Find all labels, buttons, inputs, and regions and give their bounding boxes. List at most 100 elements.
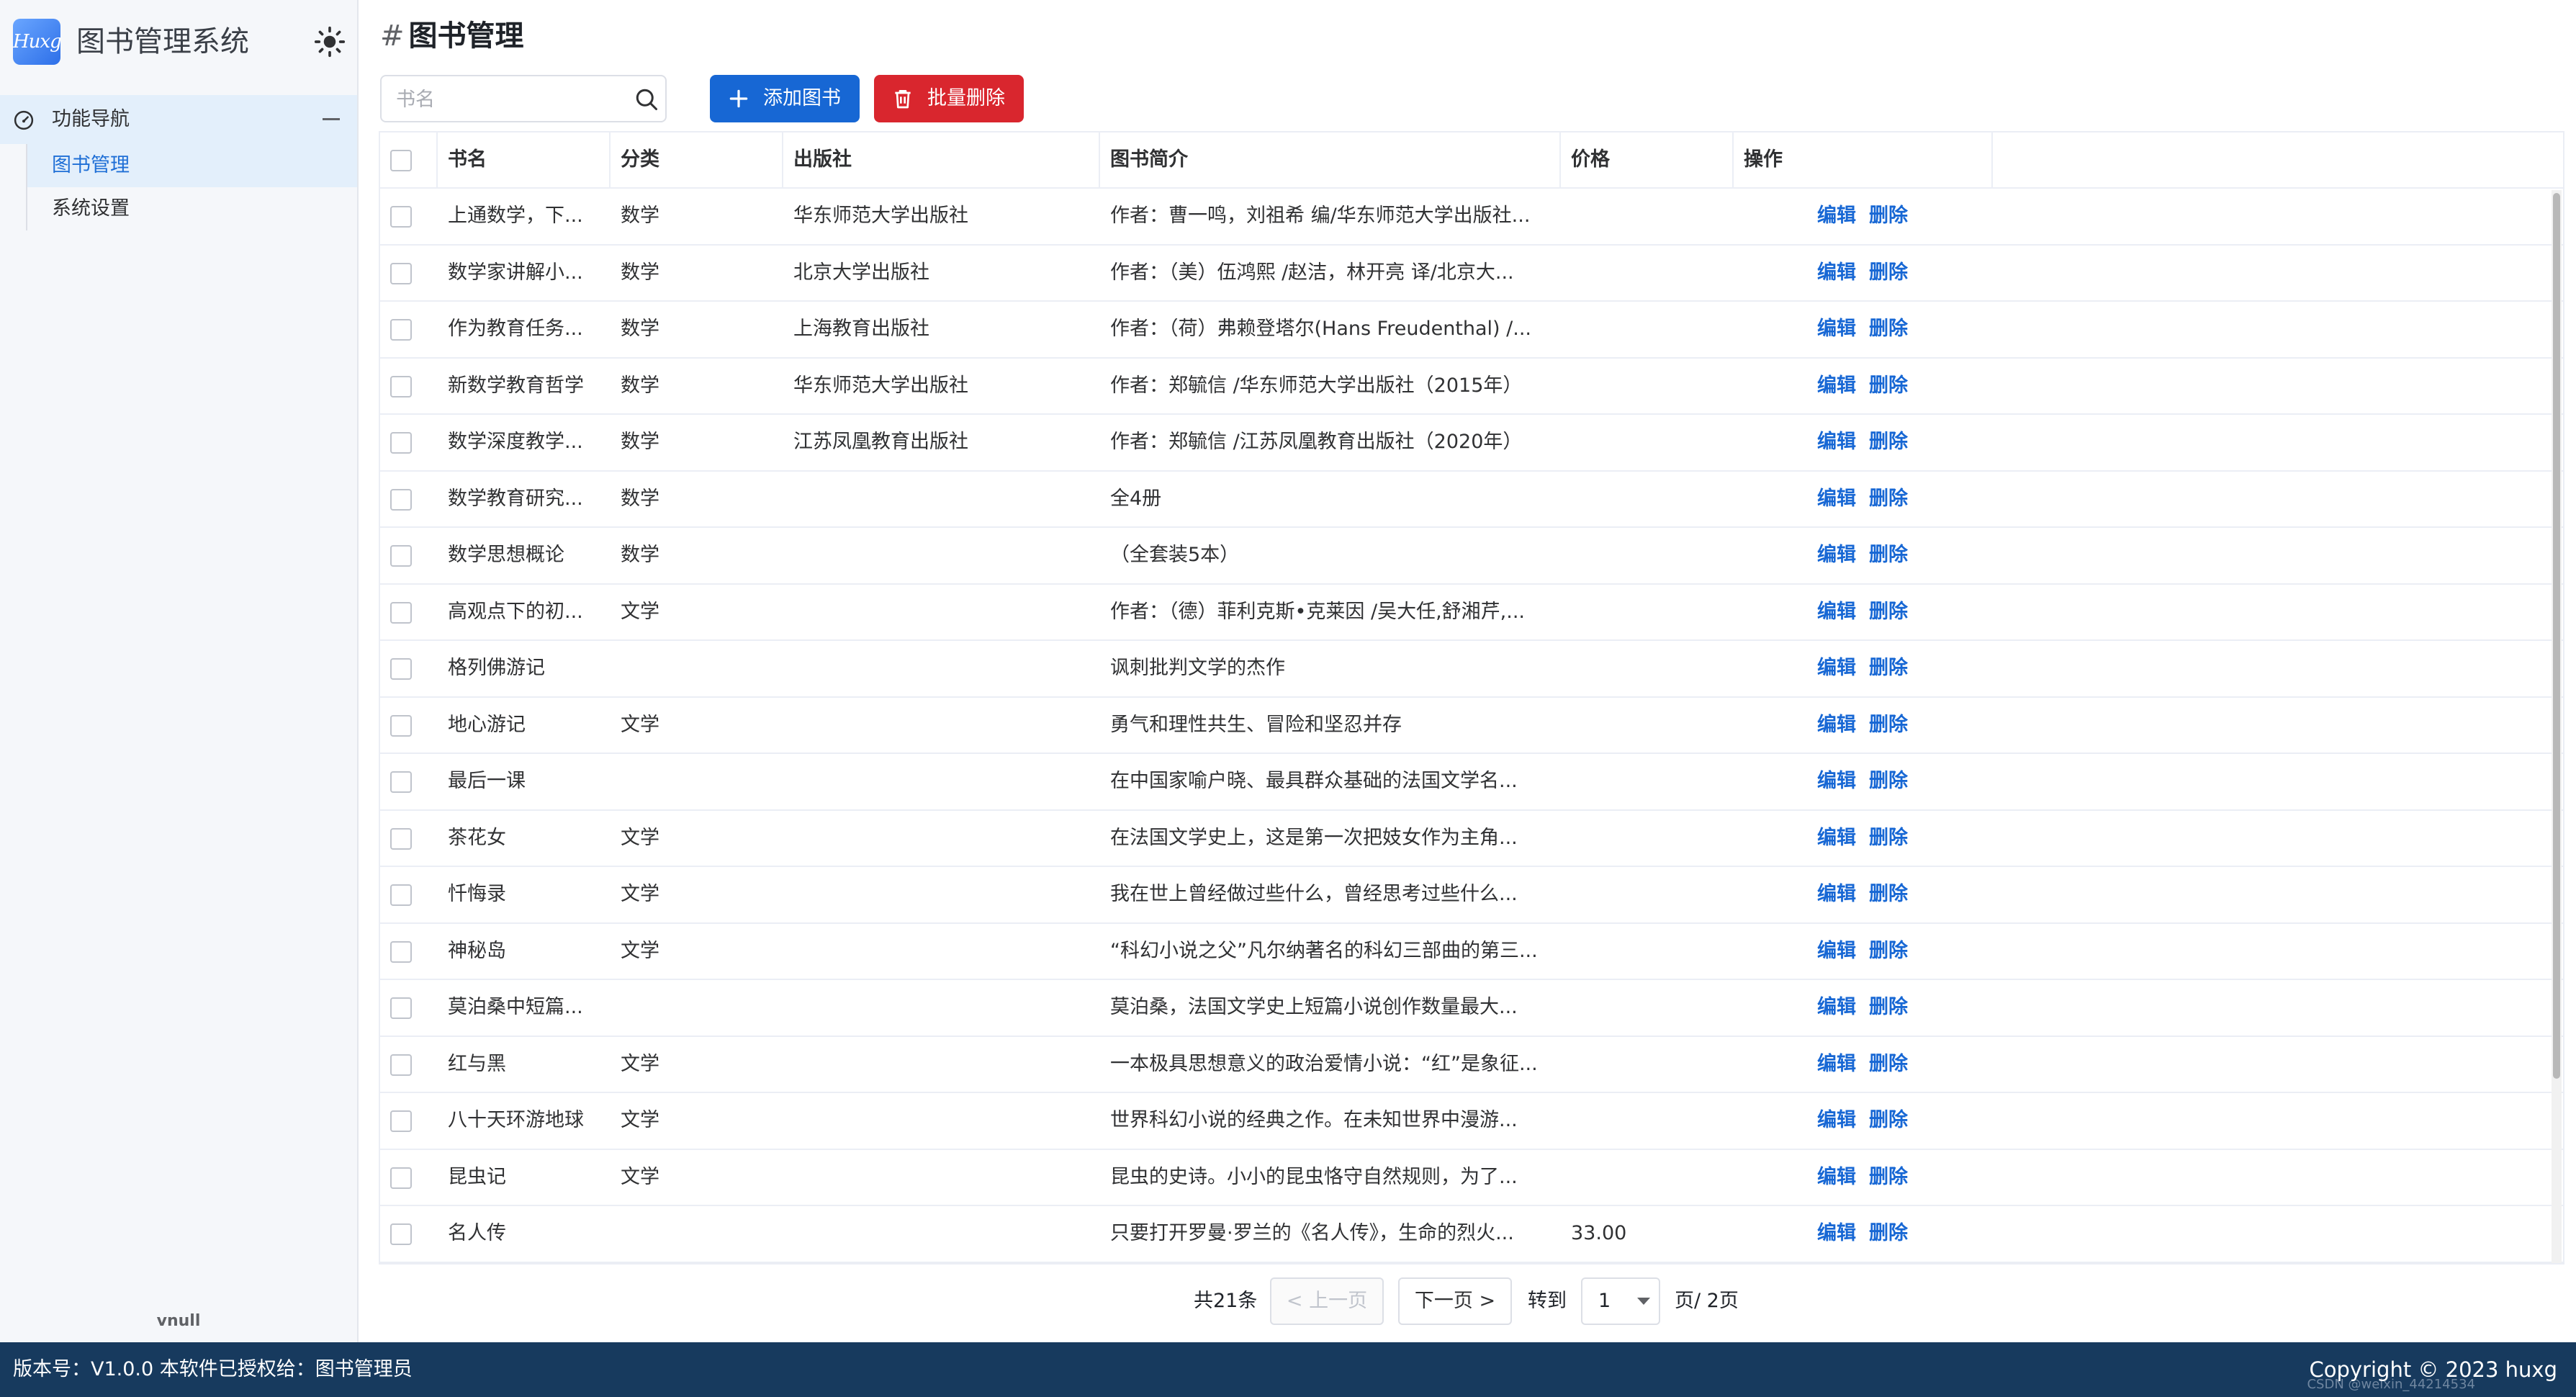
table-row: 茶花女 文学 在法国文学史上，这是第一次把妓女作为主角... 编辑 删除 bbox=[380, 811, 2563, 867]
edit-link[interactable]: 编辑 bbox=[1817, 714, 1856, 736]
edit-link[interactable]: 编辑 bbox=[1817, 431, 1856, 453]
row-checkbox-cell bbox=[380, 924, 438, 979]
delete-link[interactable]: 删除 bbox=[1869, 261, 1908, 284]
sidebar-item-settings[interactable]: 系统设置 bbox=[27, 187, 357, 230]
delete-link[interactable]: 删除 bbox=[1869, 770, 1908, 792]
search-input[interactable] bbox=[396, 84, 612, 115]
delete-link[interactable]: 删除 bbox=[1869, 374, 1908, 397]
delete-link[interactable]: 删除 bbox=[1869, 544, 1908, 566]
app-logo: Huxg bbox=[13, 19, 62, 65]
row-checkbox-cell bbox=[380, 302, 438, 356]
cell-intro: 只要打开罗曼·罗兰的《名人传》，生命的烈火... bbox=[1110, 1222, 1514, 1244]
row-checkbox-cell bbox=[380, 359, 438, 413]
cell-price bbox=[1561, 1037, 1734, 1092]
nav-group-header[interactable]: 功能导航 bbox=[0, 95, 357, 144]
delete-link[interactable]: 删除 bbox=[1869, 318, 1908, 340]
edit-link[interactable]: 编辑 bbox=[1817, 1053, 1856, 1075]
edit-link[interactable]: 编辑 bbox=[1817, 996, 1856, 1018]
row-checkbox[interactable] bbox=[390, 1223, 412, 1245]
delete-link[interactable]: 删除 bbox=[1869, 431, 1908, 453]
row-checkbox[interactable] bbox=[390, 827, 412, 850]
edit-link[interactable]: 编辑 bbox=[1817, 488, 1856, 510]
page-select[interactable]: 1 bbox=[1581, 1277, 1660, 1325]
table-row: 神秘岛 文学 “科幻小说之父”凡尔纳著名的科幻三部曲的第三... 编辑 删除 bbox=[380, 924, 2563, 980]
cell-publisher: 华东师范大学出版社 bbox=[793, 374, 968, 397]
select-all-checkbox[interactable] bbox=[390, 150, 412, 171]
table-row: 红与黑 文学 一本极具思想意义的政治爱情小说：“红”是象征... 编辑 删除 bbox=[380, 1037, 2563, 1093]
edit-link[interactable]: 编辑 bbox=[1817, 1222, 1856, 1244]
delete-link[interactable]: 删除 bbox=[1869, 601, 1908, 623]
edit-link[interactable]: 编辑 bbox=[1817, 1166, 1856, 1188]
row-checkbox[interactable] bbox=[390, 997, 412, 1019]
next-page-button[interactable]: 下一页 > bbox=[1398, 1277, 1512, 1325]
row-checkbox[interactable] bbox=[390, 1167, 412, 1189]
row-checkbox[interactable] bbox=[390, 262, 412, 284]
edit-link[interactable]: 编辑 bbox=[1817, 657, 1856, 679]
table-row: 地心游记 文学 勇气和理性共生、冒险和坚忍并存 编辑 删除 bbox=[380, 698, 2563, 754]
delete-link[interactable]: 删除 bbox=[1869, 1222, 1908, 1244]
cell-price bbox=[1561, 472, 1734, 526]
cell-intro: 莫泊桑，法国文学史上短篇小说创作数量最大... bbox=[1110, 996, 1518, 1018]
row-checkbox[interactable] bbox=[390, 940, 412, 963]
cell-name: 数学家讲解小... bbox=[448, 261, 583, 284]
delete-link[interactable]: 删除 bbox=[1869, 996, 1908, 1018]
row-checkbox[interactable] bbox=[390, 545, 412, 567]
edit-link[interactable]: 编辑 bbox=[1817, 318, 1856, 340]
edit-link[interactable]: 编辑 bbox=[1817, 1109, 1856, 1131]
cell-category: 文学 bbox=[621, 826, 659, 849]
edit-link[interactable]: 编辑 bbox=[1817, 770, 1856, 792]
row-checkbox[interactable] bbox=[390, 601, 412, 624]
row-checkbox[interactable] bbox=[390, 375, 412, 397]
edit-link[interactable]: 编辑 bbox=[1817, 940, 1856, 962]
edit-link[interactable]: 编辑 bbox=[1817, 601, 1856, 623]
row-checkbox[interactable] bbox=[390, 206, 412, 228]
edit-link[interactable]: 编辑 bbox=[1817, 261, 1856, 284]
row-checkbox[interactable] bbox=[390, 771, 412, 793]
row-checkbox[interactable] bbox=[390, 884, 412, 906]
row-checkbox[interactable] bbox=[390, 1110, 412, 1132]
delete-link[interactable]: 删除 bbox=[1869, 205, 1908, 227]
scrollbar-thumb[interactable] bbox=[2553, 193, 2560, 1079]
delete-link[interactable]: 删除 bbox=[1869, 714, 1908, 736]
edit-link[interactable]: 编辑 bbox=[1817, 374, 1856, 397]
add-book-button[interactable]: 添加图书 bbox=[710, 75, 860, 122]
sidebar-item-book-management[interactable]: 图书管理 bbox=[27, 144, 357, 187]
row-checkbox-cell bbox=[380, 472, 438, 526]
sun-icon[interactable] bbox=[314, 26, 346, 58]
cell-ops: 编辑 删除 bbox=[1734, 980, 1993, 1035]
cell-price bbox=[1561, 585, 1734, 639]
row-checkbox[interactable] bbox=[390, 432, 412, 454]
cell-category: 文学 bbox=[621, 1109, 659, 1131]
collapse-icon[interactable] bbox=[323, 118, 340, 120]
batch-delete-button[interactable]: 批量删除 bbox=[874, 75, 1024, 122]
row-checkbox[interactable] bbox=[390, 658, 412, 680]
cell-intro: 在中国家喻户晓、最具群众基础的法国文学名... bbox=[1110, 770, 1518, 792]
delete-link[interactable]: 删除 bbox=[1869, 488, 1908, 510]
cell-price bbox=[1561, 1150, 1734, 1205]
row-checkbox[interactable] bbox=[390, 488, 412, 511]
delete-link[interactable]: 删除 bbox=[1869, 940, 1908, 962]
edit-link[interactable]: 编辑 bbox=[1817, 544, 1856, 566]
table-row: 数学思想概论 数学 （全套装5本） 编辑 删除 bbox=[380, 528, 2563, 585]
edit-link[interactable]: 编辑 bbox=[1817, 883, 1856, 905]
row-checkbox[interactable] bbox=[390, 1054, 412, 1076]
cell-ops: 编辑 删除 bbox=[1734, 1037, 1993, 1092]
prev-page-button[interactable]: < 上一页 bbox=[1270, 1277, 1384, 1325]
edit-link[interactable]: 编辑 bbox=[1817, 205, 1856, 227]
delete-link[interactable]: 删除 bbox=[1869, 1166, 1908, 1188]
cell-intro: 讽刺批判文学的杰作 bbox=[1110, 657, 1285, 679]
search-icon[interactable] bbox=[634, 86, 659, 112]
row-checkbox-cell bbox=[380, 980, 438, 1035]
cell-price bbox=[1561, 189, 1734, 243]
delete-link[interactable]: 删除 bbox=[1869, 883, 1908, 905]
delete-link[interactable]: 删除 bbox=[1869, 1053, 1908, 1075]
delete-link[interactable]: 删除 bbox=[1869, 1109, 1908, 1131]
delete-link[interactable]: 删除 bbox=[1869, 827, 1908, 849]
edit-link[interactable]: 编辑 bbox=[1817, 827, 1856, 849]
row-checkbox[interactable] bbox=[390, 714, 412, 737]
cell-publisher bbox=[783, 528, 1100, 583]
table-scrollbar[interactable] bbox=[2552, 190, 2562, 1263]
row-checkbox[interactable] bbox=[390, 319, 412, 341]
delete-link[interactable]: 删除 bbox=[1869, 657, 1908, 679]
cell-ops: 编辑 删除 bbox=[1734, 585, 1993, 639]
